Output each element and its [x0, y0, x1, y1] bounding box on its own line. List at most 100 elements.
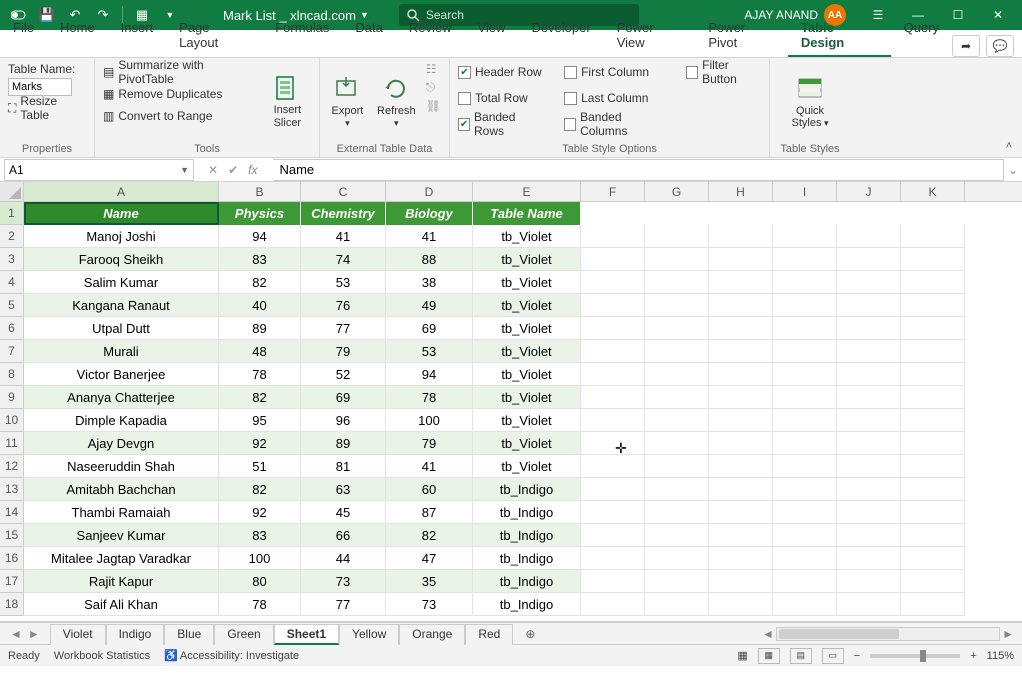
empty-cell[interactable] — [709, 386, 773, 409]
zoom-level[interactable]: 115% — [987, 650, 1014, 662]
sheet-tab-sheet1[interactable]: Sheet1 — [274, 624, 339, 645]
empty-cell[interactable] — [773, 432, 837, 455]
table-cell[interactable]: Ananya Chatterjee — [24, 386, 219, 409]
table-cell[interactable]: 52 — [301, 363, 386, 386]
table-cell[interactable]: 47 — [386, 547, 473, 570]
first-column-checkbox[interactable]: First Column — [564, 62, 664, 82]
table-cell[interactable]: 73 — [301, 570, 386, 593]
sheet-tab-yellow[interactable]: Yellow — [339, 624, 399, 645]
empty-cell[interactable] — [837, 524, 901, 547]
empty-cell[interactable] — [709, 547, 773, 570]
table-cell[interactable]: tb_Violet — [473, 455, 581, 478]
empty-cell[interactable] — [645, 478, 709, 501]
empty-cell[interactable] — [901, 363, 965, 386]
share-button[interactable]: ➦ — [952, 35, 980, 57]
tab-review[interactable]: Review — [396, 14, 465, 57]
empty-cell[interactable] — [709, 340, 773, 363]
empty-cell[interactable] — [773, 547, 837, 570]
table-cell[interactable]: 100 — [386, 409, 473, 432]
empty-cell[interactable] — [901, 294, 965, 317]
table-cell[interactable]: tb_Indigo — [473, 501, 581, 524]
empty-cell[interactable] — [581, 570, 645, 593]
comments-button[interactable]: 💬 — [986, 35, 1014, 57]
table-cell[interactable]: tb_Violet — [473, 432, 581, 455]
empty-cell[interactable] — [901, 202, 965, 225]
table-cell[interactable]: 82 — [386, 524, 473, 547]
empty-cell[interactable] — [773, 386, 837, 409]
insert-slicer-button[interactable]: Insert Slicer — [264, 62, 311, 141]
page-layout-view-button[interactable]: ▤ — [790, 648, 812, 664]
zoom-slider[interactable] — [870, 654, 960, 658]
expand-formula-icon[interactable]: ⌄ — [1004, 163, 1022, 177]
table-cell[interactable]: tb_Violet — [473, 225, 581, 248]
empty-cell[interactable] — [709, 294, 773, 317]
table-cell[interactable]: 79 — [301, 340, 386, 363]
table-cell[interactable]: tb_Violet — [473, 294, 581, 317]
hscroll-left-icon[interactable]: ◄ — [762, 627, 774, 641]
new-sheet-button[interactable]: ⊕ — [519, 627, 541, 641]
tab-query[interactable]: Query — [891, 14, 952, 57]
column-header-C[interactable]: C — [301, 182, 386, 201]
last-column-checkbox[interactable]: Last Column — [564, 88, 664, 108]
table-cell[interactable]: 88 — [386, 248, 473, 271]
empty-cell[interactable] — [773, 317, 837, 340]
empty-cell[interactable] — [837, 386, 901, 409]
tab-page-layout[interactable]: Page Layout — [166, 14, 262, 57]
empty-cell[interactable] — [645, 386, 709, 409]
row-header-2[interactable]: 2 — [0, 225, 24, 248]
empty-cell[interactable] — [709, 363, 773, 386]
remove-duplicates-button[interactable]: ▦Remove Duplicates — [103, 84, 254, 104]
table-cell[interactable]: tb_Indigo — [473, 570, 581, 593]
table-cell[interactable]: 49 — [386, 294, 473, 317]
empty-cell[interactable] — [709, 478, 773, 501]
table-cell[interactable]: Murali — [24, 340, 219, 363]
tab-home[interactable]: Home — [47, 14, 108, 57]
empty-cell[interactable] — [837, 363, 901, 386]
empty-cell[interactable] — [581, 294, 645, 317]
select-all-corner[interactable] — [0, 182, 24, 201]
properties-icon[interactable]: ☷ — [426, 62, 441, 76]
empty-cell[interactable] — [901, 271, 965, 294]
tab-insert[interactable]: Insert — [108, 14, 167, 57]
empty-cell[interactable] — [581, 547, 645, 570]
table-cell[interactable]: 78 — [386, 386, 473, 409]
empty-cell[interactable] — [901, 409, 965, 432]
row-header-18[interactable]: 18 — [0, 593, 24, 616]
sheet-nav-prev-icon[interactable]: ◄ — [10, 627, 22, 641]
empty-cell[interactable] — [709, 317, 773, 340]
empty-cell[interactable] — [901, 478, 965, 501]
column-header-E[interactable]: E — [473, 182, 581, 201]
empty-cell[interactable] — [645, 340, 709, 363]
table-cell[interactable]: 94 — [386, 363, 473, 386]
table-cell[interactable]: tb_Indigo — [473, 478, 581, 501]
table-cell[interactable]: 79 — [386, 432, 473, 455]
empty-cell[interactable] — [581, 524, 645, 547]
empty-cell[interactable] — [581, 386, 645, 409]
table-cell[interactable]: 63 — [301, 478, 386, 501]
empty-cell[interactable] — [581, 432, 645, 455]
empty-cell[interactable] — [901, 386, 965, 409]
empty-cell[interactable] — [581, 202, 645, 225]
empty-cell[interactable] — [709, 225, 773, 248]
empty-cell[interactable] — [709, 455, 773, 478]
collapse-ribbon-icon[interactable]: ˄ — [1000, 137, 1018, 155]
row-header-14[interactable]: 14 — [0, 501, 24, 524]
empty-cell[interactable] — [645, 294, 709, 317]
formula-input[interactable]: Name — [273, 159, 1004, 181]
table-cell[interactable]: 69 — [301, 386, 386, 409]
row-header-8[interactable]: 8 — [0, 363, 24, 386]
table-cell[interactable]: 69 — [386, 317, 473, 340]
column-header-I[interactable]: I — [773, 182, 837, 201]
empty-cell[interactable] — [837, 225, 901, 248]
table-cell[interactable]: 35 — [386, 570, 473, 593]
table-cell[interactable]: 73 — [386, 593, 473, 616]
empty-cell[interactable] — [709, 570, 773, 593]
empty-cell[interactable] — [837, 317, 901, 340]
empty-cell[interactable] — [837, 478, 901, 501]
table-cell[interactable]: 92 — [219, 432, 301, 455]
table-cell[interactable]: tb_Indigo — [473, 524, 581, 547]
empty-cell[interactable] — [901, 547, 965, 570]
table-cell[interactable]: tb_Violet — [473, 363, 581, 386]
sheet-tab-blue[interactable]: Blue — [164, 624, 214, 645]
spreadsheet-grid[interactable]: ABCDEFGHIJK 1NamePhysicsChemistryBiology… — [0, 182, 1022, 622]
